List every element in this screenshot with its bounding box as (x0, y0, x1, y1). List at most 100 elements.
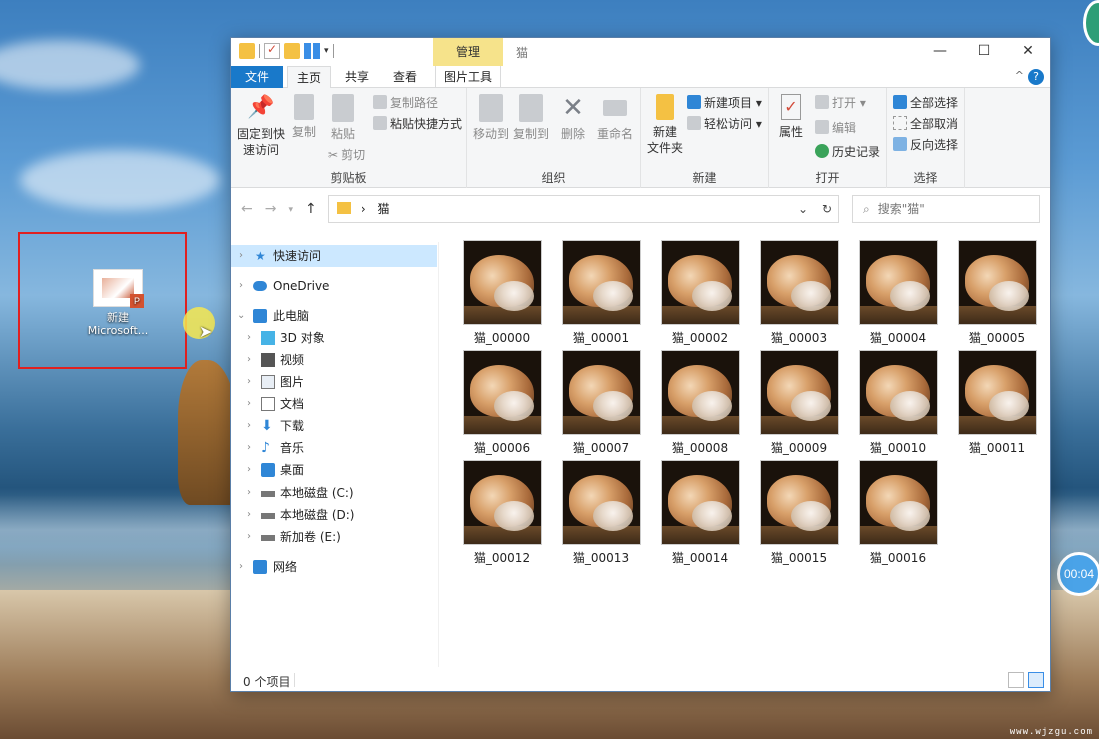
file-item[interactable]: 猫_00004 (851, 240, 945, 346)
file-item[interactable]: 猫_00001 (554, 240, 648, 346)
nav-item-pictures[interactable]: › 图片 (231, 371, 437, 393)
search-input[interactable]: ⌕ 搜索"猫" (852, 195, 1040, 223)
nav-item-downloads[interactable]: › ⬇ 下载 (231, 415, 437, 437)
nav-item-drive-d[interactable]: › 本地磁盘 (D:) (231, 504, 437, 526)
chevron-right-icon[interactable]: › (247, 437, 251, 459)
file-item[interactable]: 猫_00015 (752, 460, 846, 566)
file-item[interactable]: 猫_00003 (752, 240, 846, 346)
select-none-button[interactable]: 全部取消 (893, 115, 958, 133)
file-item[interactable]: 猫_00002 (653, 240, 747, 346)
chevron-right-icon[interactable]: › (247, 504, 251, 526)
qat-dropdown-icon[interactable]: ▾ (324, 46, 329, 56)
paste-shortcut-button[interactable]: 粘贴快捷方式 (373, 115, 462, 133)
nav-item-videos[interactable]: › 视频 (231, 349, 437, 371)
recent-dropdown-icon[interactable]: ▾ (288, 201, 293, 219)
copy-path-button[interactable]: 复制路径 (373, 94, 438, 112)
file-item[interactable]: 猫_00000 (455, 240, 549, 346)
easy-access-button[interactable]: 轻松访问 ▾ (687, 115, 762, 133)
nav-item-drive-c[interactable]: › 本地磁盘 (C:) (231, 482, 437, 504)
new-folder-button[interactable]: 新建 文件夹 (645, 94, 685, 156)
history-button[interactable]: 历史记录 (815, 143, 880, 161)
desktop-file-icon[interactable]: P 新建 Microsoft... (80, 266, 156, 337)
minimize-button[interactable]: — (918, 38, 962, 66)
file-item[interactable]: 猫_00010 (851, 350, 945, 456)
app-badge-icon[interactable] (1083, 0, 1099, 46)
properties-qat-icon[interactable] (264, 42, 280, 59)
file-item[interactable]: 猫_00009 (752, 350, 846, 456)
nav-item-drive-e[interactable]: › 新加卷 (E:) (231, 526, 437, 548)
nav-item-this-pc[interactable]: ⌄ 此电脑 (231, 305, 437, 327)
nav-item-quick-access[interactable]: › ★ 快速访问 (231, 245, 437, 267)
file-item[interactable]: 猫_00014 (653, 460, 747, 566)
file-item[interactable]: 猫_00012 (455, 460, 549, 566)
breadcrumb-chevron-icon[interactable]: › (361, 202, 366, 216)
properties-button[interactable]: ✓ 属性 (775, 94, 807, 140)
refresh-icon[interactable]: ↻ (822, 196, 832, 222)
address-dropdown-icon[interactable]: ⌄ (798, 196, 808, 222)
nav-item-music[interactable]: › ♪ 音乐 (231, 437, 437, 459)
tab-file[interactable]: 文件 (231, 66, 283, 88)
chevron-right-icon[interactable]: › (247, 371, 251, 393)
pin-quick-access-button[interactable]: 📌 固定到快 速访问 (235, 94, 287, 158)
copy-to-button[interactable]: 复制到 (513, 94, 549, 142)
delete-button[interactable]: ✕ 删除 (555, 94, 591, 142)
nav-item-documents[interactable]: › 文档 (231, 393, 437, 415)
edit-button[interactable]: 编辑 (815, 119, 856, 137)
breadcrumb-current[interactable]: 猫 (377, 202, 389, 216)
tab-home[interactable]: 主页 (287, 66, 331, 89)
forward-arrow-icon[interactable]: → (265, 201, 277, 219)
nav-item-desktop[interactable]: › 桌面 (231, 459, 437, 481)
desktop-icon (261, 463, 275, 477)
file-item[interactable]: 猫_00011 (950, 350, 1044, 456)
tab-view[interactable]: 查看 (383, 66, 427, 88)
chevron-right-icon[interactable]: › (239, 245, 243, 267)
tab-picture-tools[interactable]: 图片工具 (435, 66, 501, 88)
chevron-right-icon[interactable]: › (239, 275, 243, 297)
file-list: 猫_00000 猫_00001 猫_00002 猫_00003 猫_00004 猫_000… (451, 234, 1051, 667)
tab-manage[interactable]: 管理 (433, 38, 503, 66)
recording-timer[interactable]: 00:04 (1057, 552, 1099, 596)
layout-qat-icon[interactable] (304, 43, 320, 59)
file-item[interactable]: 猫_00008 (653, 350, 747, 456)
new-folder-qat-icon[interactable] (284, 43, 300, 59)
invert-selection-button[interactable]: 反向选择 (893, 136, 958, 154)
chevron-right-icon[interactable]: › (247, 349, 251, 371)
move-to-button[interactable]: 移动到 (473, 94, 509, 142)
chevron-right-icon[interactable]: › (247, 526, 251, 548)
nav-item-onedrive[interactable]: › OneDrive (231, 275, 437, 297)
new-item-button[interactable]: 新建项目 ▾ (687, 94, 762, 112)
paste-button[interactable]: 粘贴 (327, 94, 359, 142)
file-item[interactable]: 猫_00016 (851, 460, 945, 566)
open-button[interactable]: 打开 ▾ (815, 94, 866, 112)
file-name: 猫_00004 (869, 331, 927, 345)
close-button[interactable]: ✕ (1006, 38, 1050, 66)
up-arrow-icon[interactable]: ↑ (305, 201, 317, 219)
select-all-button[interactable]: 全部选择 (893, 94, 958, 112)
file-item[interactable]: 猫_00005 (950, 240, 1044, 346)
maximize-button[interactable]: ☐ (962, 38, 1006, 66)
large-icons-view-icon[interactable] (1028, 672, 1044, 688)
cut-button[interactable]: ✂ 剪切 (328, 146, 365, 164)
nav-item-network[interactable]: › 网络 (231, 556, 437, 578)
cat-image-thumbnail (858, 240, 938, 325)
rename-button[interactable]: 重命名 (595, 94, 635, 142)
file-item[interactable]: 猫_00007 (554, 350, 648, 456)
back-arrow-icon[interactable]: ← (241, 201, 253, 219)
copy-button[interactable]: 复制 (289, 94, 319, 140)
chevron-right-icon[interactable]: › (247, 482, 251, 504)
nav-item-3d-objects[interactable]: › 3D 对象 (231, 327, 437, 349)
chevron-right-icon[interactable]: › (239, 556, 243, 578)
tab-share[interactable]: 共享 (335, 66, 379, 88)
help-icon[interactable]: ? (1028, 69, 1044, 85)
details-view-icon[interactable] (1008, 672, 1024, 688)
chevron-right-icon[interactable]: › (247, 327, 251, 349)
chevron-right-icon[interactable]: › (247, 459, 251, 481)
collapse-ribbon-icon[interactable]: ^ (1015, 69, 1024, 82)
nav-label: 图片 (280, 375, 305, 389)
chevron-right-icon[interactable]: › (247, 415, 251, 437)
file-item[interactable]: 猫_00013 (554, 460, 648, 566)
address-field[interactable]: › 猫 ⌄ ↻ (328, 195, 839, 223)
chevron-down-icon[interactable]: ⌄ (237, 305, 245, 327)
file-item[interactable]: 猫_00006 (455, 350, 549, 456)
chevron-right-icon[interactable]: › (247, 393, 251, 415)
